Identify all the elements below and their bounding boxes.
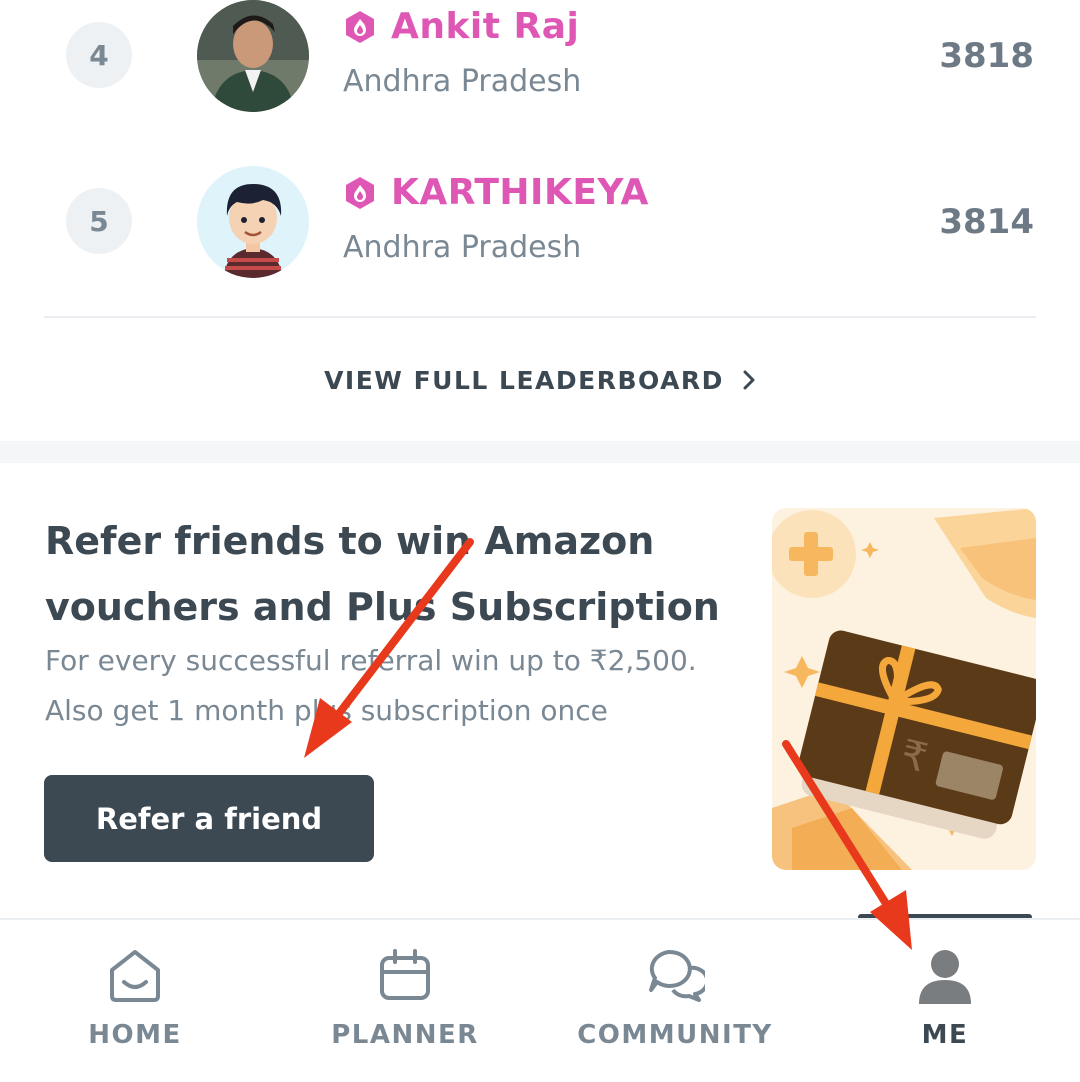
user-state: Andhra Pradesh	[343, 64, 582, 99]
gift-voucher-illustration: ₹	[772, 508, 1036, 870]
calendar-icon	[380, 949, 430, 1000]
user-score: 3818	[939, 36, 1034, 76]
nav-home-label: HOME	[88, 1020, 182, 1050]
avatar[interactable]	[197, 166, 309, 278]
refer-a-friend-button[interactable]: Refer a friend	[44, 775, 374, 862]
user-state: Andhra Pradesh	[343, 230, 582, 265]
section-separator	[0, 441, 1080, 463]
view-full-leaderboard-label: VIEW FULL LEADERBOARD	[324, 365, 724, 395]
nav-community[interactable]: COMMUNITY	[540, 920, 810, 1082]
divider	[44, 316, 1036, 318]
fire-badge-icon	[346, 11, 374, 43]
chevron-right-icon	[743, 370, 755, 390]
avatar[interactable]	[197, 0, 309, 112]
profile-icon	[919, 950, 971, 1004]
referral-subtitle: For every successful referral win up to …	[45, 644, 697, 727]
view-full-leaderboard-link[interactable]: VIEW FULL LEADERBOARD	[0, 356, 1080, 404]
chat-bubbles-icon	[649, 949, 705, 1002]
bottom-navigation: HOME PLANNER COMMUNITY ME	[0, 918, 1080, 1082]
home-icon	[110, 950, 160, 1002]
rank-badge: 4	[66, 22, 132, 88]
user-name[interactable]: KARTHIKEYA	[391, 172, 649, 213]
nav-me-label: ME	[921, 1020, 969, 1050]
user-name[interactable]: Ankit Raj	[391, 6, 579, 47]
referral-title: Refer friends to win Amazon vouchers and…	[45, 519, 720, 629]
fire-badge-icon	[346, 177, 374, 209]
nav-planner-label: PLANNER	[331, 1020, 479, 1050]
rank-badge: 5	[66, 188, 132, 254]
nav-community-label: COMMUNITY	[577, 1020, 773, 1050]
nav-me[interactable]: ME	[810, 920, 1080, 1082]
nav-planner[interactable]: PLANNER	[270, 920, 540, 1082]
user-score: 3814	[939, 202, 1034, 242]
nav-home[interactable]: HOME	[0, 920, 270, 1082]
